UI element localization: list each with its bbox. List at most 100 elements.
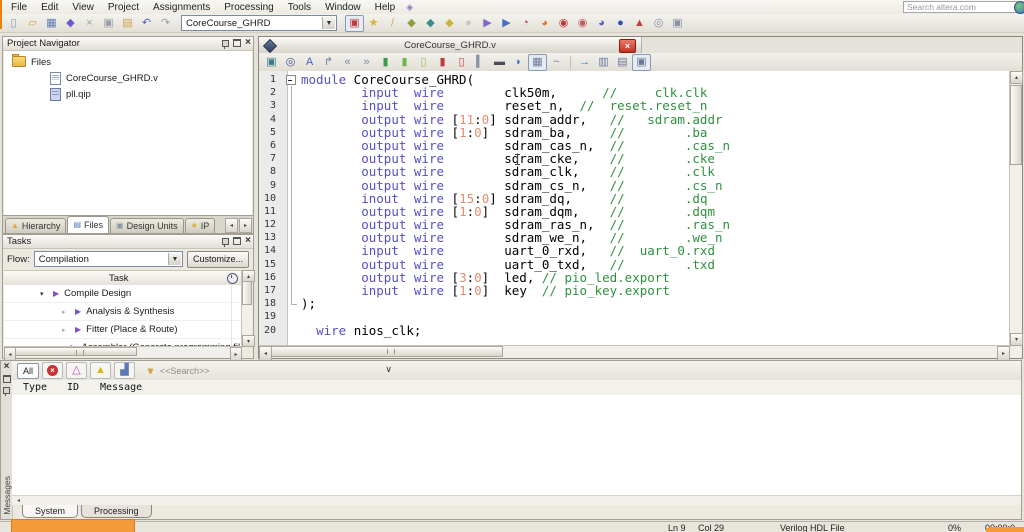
scroll-left-icon[interactable]: ◂ — [225, 218, 238, 233]
code-template-icon[interactable]: ▦ — [528, 54, 547, 71]
netlist-viewer-icon[interactable]: ◉ — [554, 15, 573, 32]
column-header-message[interactable]: Message — [100, 382, 142, 393]
scroll-left-icon[interactable]: ◂ — [14, 496, 23, 505]
menu-view[interactable]: View — [65, 1, 101, 14]
timing-analyzer-alt-icon[interactable]: ◕ — [535, 15, 554, 32]
editor-horizontal-scrollbar[interactable]: ◂ ▸ — [259, 345, 1010, 358]
chevron-down-icon[interactable]: ▼ — [322, 17, 335, 29]
scrollbar-thumb[interactable] — [1010, 85, 1022, 165]
restore-icon[interactable] — [3, 375, 11, 383]
close-document-button[interactable]: × — [619, 39, 636, 53]
menu-extra-icon[interactable]: ◈ — [406, 2, 413, 13]
project-combo[interactable]: CoreCourse_GHRD ▼ — [181, 15, 337, 31]
code-editor[interactable]: 1module CoreCourse_GHRD(2 input wire clk… — [259, 71, 1010, 346]
netlist-chip-icon[interactable]: ◆ — [421, 15, 440, 32]
wave-icon[interactable]: ~ — [547, 54, 566, 71]
tab-system[interactable]: System — [22, 505, 78, 518]
cut-icon[interactable]: × — [80, 15, 99, 32]
menu-assignments[interactable]: Assignments — [146, 1, 217, 14]
message-search-combo[interactable]: ▼ <<Search>> ∨ — [146, 363, 392, 378]
scroll-up-icon[interactable]: ▴ — [1010, 71, 1023, 84]
menu-tools[interactable]: Tools — [281, 1, 318, 14]
tasks-horizontal-scrollbar[interactable]: ◂ ▸ — [4, 346, 242, 357]
tab-ip[interactable]: ★IP — [185, 218, 216, 233]
filter-all-button[interactable]: All — [17, 363, 39, 379]
tab-design-units[interactable]: ▣Design Units — [110, 218, 184, 233]
partition-chip-icon[interactable]: ◆ — [440, 15, 459, 32]
fullscreen-icon[interactable]: ▣ — [632, 54, 651, 71]
restore-icon[interactable] — [233, 237, 241, 245]
feedback-icon[interactable]: ▣ — [668, 15, 687, 32]
collapsed-arrow-icon[interactable]: ▸ — [62, 308, 70, 316]
fold-toggle-icon[interactable] — [283, 73, 301, 86]
indent-increase-icon[interactable]: » — [357, 54, 376, 71]
scroll-right-icon[interactable]: ▸ — [239, 218, 252, 233]
scrollbar-thumb[interactable] — [242, 281, 252, 305]
menu-help[interactable]: Help — [368, 1, 403, 14]
window-cascade-icon[interactable]: ▤ — [613, 54, 632, 71]
pin-icon[interactable] — [222, 40, 229, 47]
new-file-icon[interactable]: ▯ — [4, 15, 23, 32]
restore-icon[interactable] — [233, 39, 241, 47]
tab-hierarchy[interactable]: ▲Hierarchy — [5, 218, 66, 233]
indent-decrease-icon[interactable]: « — [338, 54, 357, 71]
search-altera-input[interactable] — [903, 1, 1019, 13]
rtl-viewer-icon[interactable]: ◉ — [573, 15, 592, 32]
tree-item-pll-qip[interactable]: pll.qip — [4, 86, 252, 102]
scrollbar-thumb[interactable] — [271, 346, 503, 357]
filter-critical-warnings-icon[interactable]: △ — [66, 362, 87, 379]
tab-processing[interactable]: Processing — [81, 505, 152, 518]
rapid-recompile-icon[interactable]: ▶ — [497, 15, 516, 32]
window-split-icon[interactable]: ▥ — [594, 54, 613, 71]
bookmark-clear-icon[interactable]: ▯ — [452, 54, 471, 71]
messages-list[interactable] — [12, 395, 1021, 496]
scroll-down-icon[interactable]: ▾ — [242, 335, 255, 347]
task-compile-design[interactable]: ▾▶Compile Design — [4, 285, 242, 303]
goto-line-icon[interactable]: ↱ — [319, 54, 338, 71]
assignment-editor-icon[interactable]: / — [383, 15, 402, 32]
pin-icon[interactable] — [222, 238, 229, 245]
qsys-icon[interactable]: ● — [611, 15, 630, 32]
help-sphere-icon[interactable]: ◎ — [649, 15, 668, 32]
pin-icon[interactable] — [3, 387, 10, 394]
column-header-id[interactable]: ID — [67, 382, 100, 393]
open-project-icon[interactable]: ◆ — [61, 15, 80, 32]
bookmark-next-icon[interactable]: ▯ — [414, 54, 433, 71]
expanded-arrow-icon[interactable]: ▾ — [40, 290, 48, 298]
close-icon[interactable]: × — [245, 237, 251, 245]
copy-icon[interactable]: ▣ — [99, 15, 118, 32]
stop-icon[interactable]: ● — [459, 15, 478, 32]
programmer-icon[interactable]: ◕ — [592, 15, 611, 32]
customize-button[interactable]: Customize... — [187, 251, 249, 268]
chevron-down-icon[interactable]: ∨ — [385, 364, 392, 375]
file-options-icon[interactable]: ▣ — [262, 54, 281, 71]
tree-item-corecourse-ghrd-v[interactable]: CoreCourse_GHRD.v — [4, 70, 252, 86]
menu-project[interactable]: Project — [101, 1, 146, 14]
chevron-down-icon[interactable]: ▼ — [168, 253, 181, 265]
settings-icon[interactable]: ▣ — [345, 15, 364, 32]
start-compilation-icon[interactable]: ▶ — [478, 15, 497, 32]
chip-planner-icon[interactable]: ◆ — [402, 15, 421, 32]
niosii-tools-icon[interactable]: ▲ — [630, 15, 649, 32]
undo-icon[interactable]: ↶ — [137, 15, 156, 32]
timing-analyzer-icon[interactable]: ◔ — [516, 15, 535, 32]
scroll-down-icon[interactable]: ▾ — [1010, 333, 1023, 346]
column-header-type[interactable]: Type — [23, 382, 67, 393]
open-file-icon[interactable]: ▱ — [23, 15, 42, 32]
paste-icon[interactable]: ▤ — [118, 15, 137, 32]
pin-planner-icon[interactable]: ★ — [364, 15, 383, 32]
menu-window[interactable]: Window — [318, 1, 368, 14]
tree-item-files[interactable]: Files — [4, 54, 252, 70]
next-marker-icon[interactable]: → — [575, 54, 594, 71]
flow-combo[interactable]: Compilation ▼ — [34, 251, 183, 267]
task-analysis-synthesis[interactable]: ▸▶Analysis & Synthesis — [4, 303, 242, 321]
globe-icon[interactable] — [1014, 1, 1024, 14]
task-column-header[interactable]: Task — [109, 273, 129, 284]
editor-vertical-scrollbar[interactable]: ▴ ▾ — [1009, 71, 1022, 346]
tasks-vertical-scrollbar[interactable]: ▴ ▾ — [241, 270, 252, 347]
terminal-icon[interactable]: ▬ — [490, 54, 509, 71]
messages-horizontal-scrollbar[interactable]: ◂ — [12, 495, 1021, 505]
filter-flags-icon[interactable]: ▟ — [114, 362, 135, 379]
find-icon[interactable]: ◎ — [281, 54, 300, 71]
close-icon[interactable]: × — [4, 363, 10, 371]
